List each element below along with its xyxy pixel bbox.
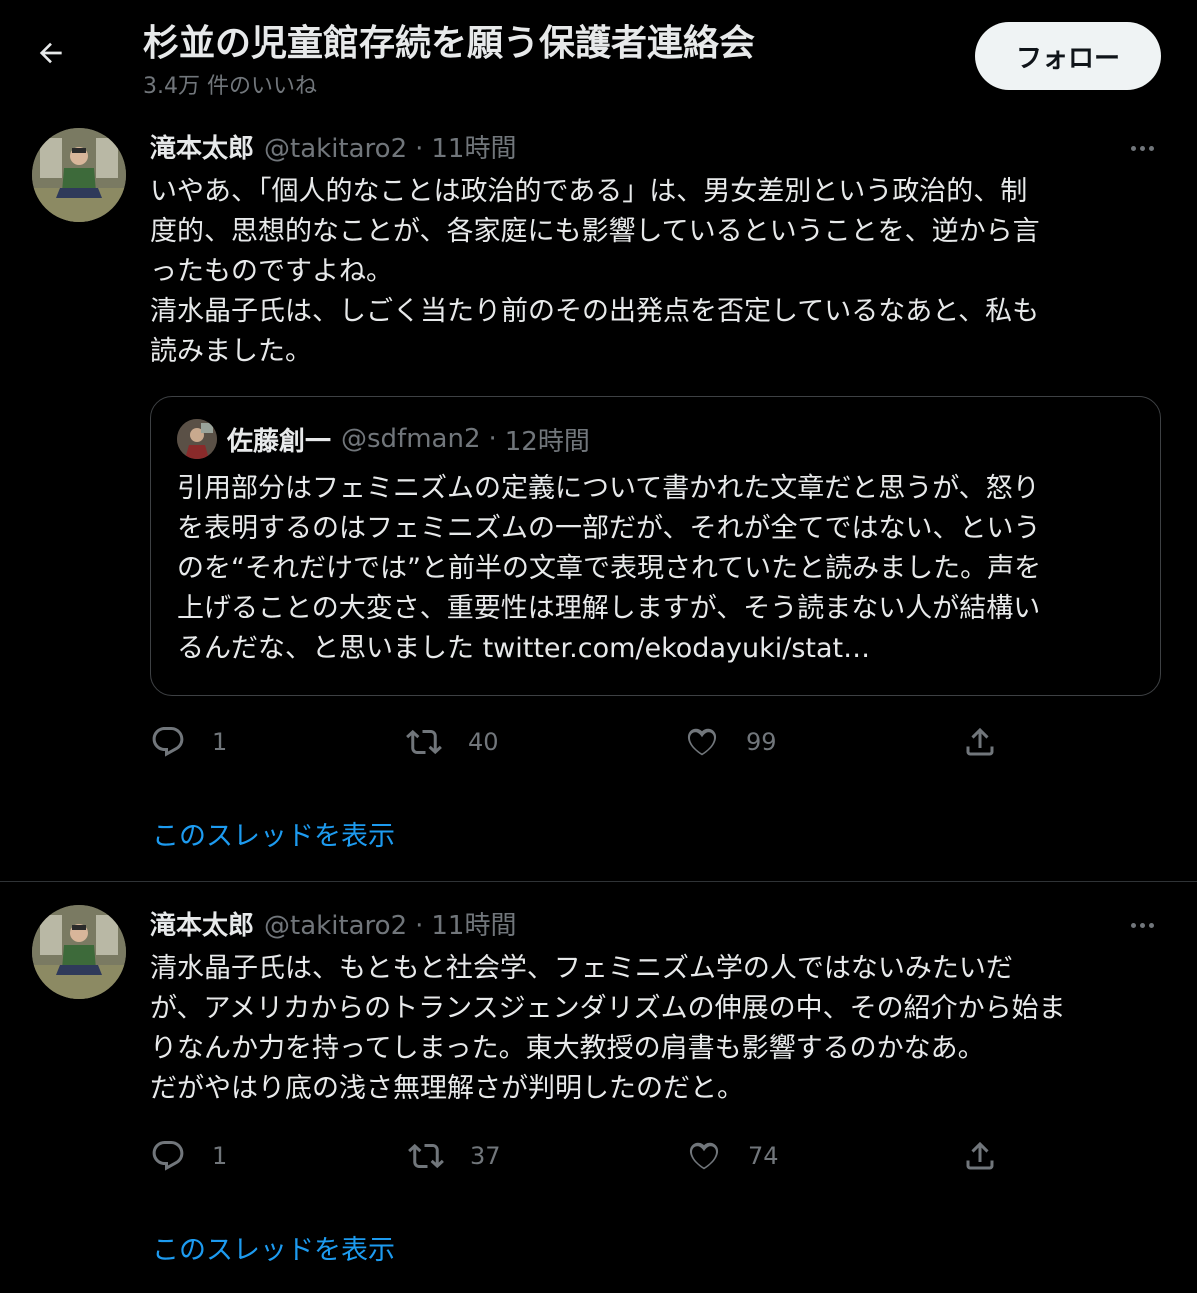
quoted-tweet-header: 佐藤創一 @sdfman2 · 12時間 [177, 419, 590, 459]
tweet-text: いやあ、「個人的なことは政治的である」は、男女差別という政治的、制 度的、思想的… [150, 172, 1150, 372]
quoted-tweet[interactable]: 佐藤創一 @sdfman2 · 12時間 引用部分はフェミニズムの定義について書… [150, 396, 1161, 696]
tweet[interactable]: 滝本太郎 @takitaro2 · 11時間 清水晶子氏は、もともと社会学、フェ… [0, 883, 1197, 1293]
heart-icon [687, 728, 717, 756]
reply-button[interactable]: 1 [150, 720, 227, 764]
quoted-text-line: 上げることの大変さ、重要性は理解しますが、そう読まない人が結構い [177, 593, 1041, 624]
reply-icon [152, 1141, 184, 1171]
reply-count: 1 [212, 728, 228, 756]
tweet-text-line: 度的、思想的なことが、各家庭にも影響しているということを、逆から言 [150, 216, 1040, 247]
retweet-icon [406, 729, 442, 755]
tweet-text-line: 清水晶子氏は、しごく当たり前のその出発点を否定しているなあと、私も [150, 296, 1040, 327]
quoted-tweet-text: 引用部分はフェミニズムの定義について書かれた文章だと思うが、怒り を表明するのは… [177, 469, 1041, 669]
quoted-author-name: 佐藤創一 [227, 426, 332, 457]
show-thread-link[interactable]: このスレッドを表示 [152, 814, 395, 853]
like-count: 99 [746, 728, 777, 756]
retweet-count: 40 [468, 728, 499, 756]
tweet-actions: 1 37 74 [150, 1134, 1010, 1178]
avatar[interactable] [32, 128, 126, 222]
quoted-text-line: 引用部分はフェミニズムの定義について書かれた文章だと思うが、怒り [177, 473, 1040, 504]
more-dots-icon[interactable] [1120, 913, 1164, 937]
likes-count-subtitle: 3.4万 件のいいね [143, 74, 317, 99]
heart-icon [689, 1142, 719, 1170]
like-button[interactable]: 99 [684, 720, 777, 764]
follow-button[interactable]: フォロー [975, 22, 1161, 90]
quoted-text-line: のを“それだけでは”と前半の文章で表現されていたと読みました。声を [177, 553, 1042, 584]
tweet-text-line: 清水晶子氏は、もともと社会学、フェミニズム学の人ではないみたいだ [150, 953, 1013, 984]
retweet-icon [408, 1143, 444, 1169]
tweet[interactable]: 滝本太郎 @takitaro2 · 11時間 いやあ、「個人的なことは政治的であ… [0, 110, 1197, 882]
separator-dot: · [415, 911, 424, 941]
quoted-text-line: を表明するのはフェミニズムの一部だが、それが全てではない、という [177, 513, 1041, 544]
profile-header: 杉並の児童館存続を願う保護者連絡会 3.4万 件のいいね フォロー [0, 0, 1197, 110]
tweet-text-line: りなんか力を持ってしまった。東大教授の肩書も影響するのかなあ。 [150, 1033, 985, 1064]
quoted-tweet-time: 12時間 [504, 426, 590, 457]
share-icon [966, 1141, 994, 1170]
tweet-text-line: いやあ、「個人的なことは政治的である」は、男女差別という政治的、制 [150, 176, 1028, 207]
author-handle[interactable]: @takitaro2 [264, 134, 407, 164]
author-handle[interactable]: @takitaro2 [264, 911, 407, 941]
avatar[interactable] [32, 905, 126, 999]
share-button[interactable] [962, 1134, 998, 1178]
author-name[interactable]: 滝本太郎 [150, 905, 254, 942]
separator-dot: · [488, 424, 497, 454]
page-title: 杉並の児童館存続を願う保護者連絡会 [143, 23, 756, 64]
quoted-author-handle: @sdfman2 [341, 424, 481, 454]
quoted-text-line: るんだな、と思いました twitter.com/ekodayuki/stat… [177, 633, 871, 664]
like-button[interactable]: 74 [686, 1134, 779, 1178]
tweet-time[interactable]: 11時間 [431, 128, 516, 165]
share-icon [966, 727, 994, 756]
tweet-time[interactable]: 11時間 [431, 905, 516, 942]
reply-button[interactable]: 1 [150, 1134, 227, 1178]
retweet-button[interactable]: 37 [408, 1134, 501, 1178]
retweet-count: 37 [470, 1142, 501, 1170]
quoted-avatar [177, 419, 217, 459]
tweet-header: 滝本太郎 @takitaro2 · 11時間 [150, 905, 516, 945]
share-button[interactable] [962, 720, 998, 764]
more-dots-icon[interactable] [1120, 136, 1164, 160]
tweet-text-line: 読みました。 [150, 336, 312, 367]
show-thread-link[interactable]: このスレッドを表示 [152, 1228, 395, 1267]
like-count: 74 [748, 1142, 779, 1170]
tweet-header: 滝本太郎 @takitaro2 · 11時間 [150, 128, 516, 168]
tweet-text-line: だがやはり底の浅さ無理解さが判明したのだと。 [150, 1073, 744, 1104]
tweet-text-line: ったものですよね。 [150, 256, 393, 287]
avatar-image [32, 905, 126, 999]
back-button[interactable] [28, 30, 74, 76]
tweet-text-line: が、アメリカからのトランスジェンダリズムの伸展の中、その紹介から始ま [150, 993, 1066, 1024]
separator-dot: · [415, 134, 424, 164]
reply-icon [152, 727, 184, 757]
reply-count: 1 [212, 1142, 228, 1170]
author-name[interactable]: 滝本太郎 [150, 128, 254, 165]
avatar-image [32, 128, 126, 222]
tweet-actions: 1 40 99 [150, 720, 1010, 764]
tweet-text: 清水晶子氏は、もともと社会学、フェミニズム学の人ではないみたいだ が、アメリカか… [150, 949, 1150, 1109]
back-arrow-icon [39, 42, 62, 64]
retweet-button[interactable]: 40 [406, 720, 499, 764]
